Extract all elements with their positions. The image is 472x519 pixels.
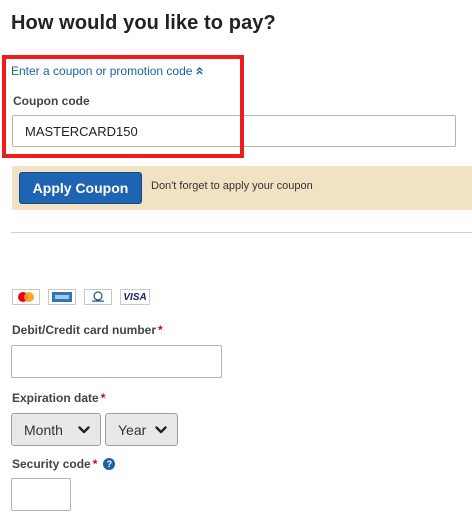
required-mark: * <box>158 323 163 337</box>
year-select-value: Year <box>118 421 147 438</box>
card-number-label-text: Debit/Credit card number <box>12 323 157 337</box>
apply-coupon-button[interactable]: Apply Coupon <box>19 172 142 204</box>
visa-logo: VISA <box>120 289 150 305</box>
section-divider <box>11 232 472 233</box>
coupon-code-label: Coupon code <box>13 94 90 108</box>
diners-club-logo <box>84 289 112 305</box>
chevron-down-icon <box>151 425 171 434</box>
card-logos: VISA <box>12 289 150 305</box>
card-number-label: Debit/Credit card number * <box>12 323 163 337</box>
card-number-input[interactable] <box>11 345 222 378</box>
mastercard-logo <box>12 289 40 305</box>
required-mark: * <box>92 457 98 471</box>
apply-coupon-hint: Don't forget to apply your coupon <box>151 180 313 192</box>
expiration-month-select[interactable]: Month <box>11 413 101 446</box>
expiration-year-select[interactable]: Year <box>105 413 178 446</box>
amex-logo <box>48 289 76 305</box>
chevron-down-icon <box>74 425 94 434</box>
security-code-input[interactable] <box>11 478 71 511</box>
page-title: How would you like to pay? <box>11 12 276 34</box>
expiration-date-label: Expiration date * <box>12 391 105 405</box>
expiration-date-label-text: Expiration date <box>12 391 99 405</box>
security-code-label-text: Security code <box>12 457 91 471</box>
month-select-value: Month <box>24 421 63 438</box>
required-mark: * <box>100 391 106 405</box>
coupon-toggle-label: Enter a coupon or promotion code <box>11 64 193 78</box>
security-code-label: Security code * ? <box>12 457 116 471</box>
chevron-double-up-icon <box>196 67 204 77</box>
help-icon[interactable]: ? <box>103 458 116 470</box>
coupon-toggle-link[interactable]: Enter a coupon or promotion code <box>11 64 204 78</box>
coupon-code-input[interactable] <box>12 115 456 147</box>
